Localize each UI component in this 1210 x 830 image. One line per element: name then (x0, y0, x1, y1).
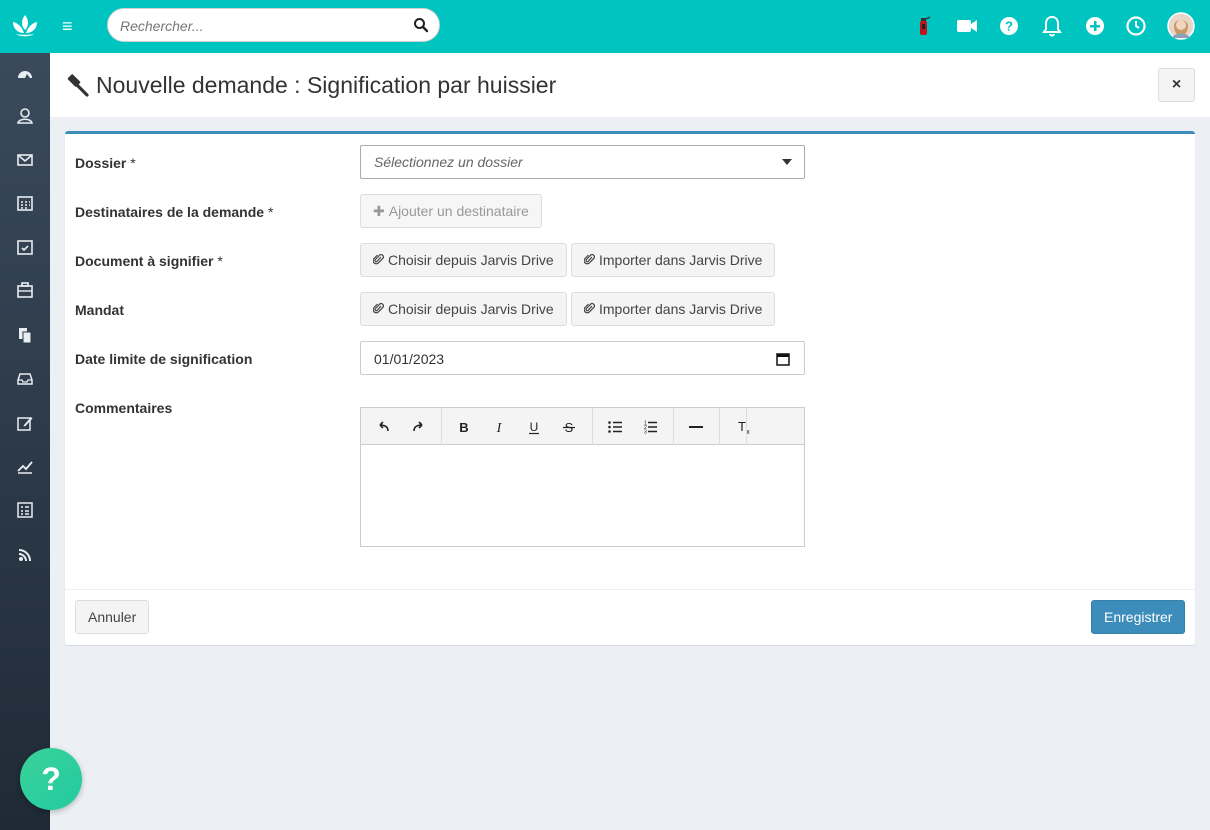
bold-icon[interactable]: B (454, 417, 474, 437)
cancel-button[interactable]: Annuler (75, 600, 150, 634)
italic-icon[interactable]: I (489, 417, 509, 437)
undo-icon[interactable] (374, 417, 394, 437)
menu-toggle-icon[interactable]: ≡ (62, 16, 80, 36)
search-input[interactable] (120, 16, 410, 36)
video-camera-icon[interactable] (955, 14, 979, 38)
document-import-drive-button[interactable]: Importer dans Jarvis Drive (571, 243, 776, 277)
rss-icon[interactable] (15, 545, 35, 565)
svg-text:T: T (738, 419, 746, 434)
form-card: Dossier * Sélectionnez un dossier Destin… (65, 131, 1195, 645)
dossier-placeholder: Sélectionnez un dossier (374, 154, 523, 170)
dashboard-icon[interactable] (15, 64, 35, 84)
user-avatar[interactable] (1167, 12, 1195, 40)
briefcase-icon[interactable] (15, 280, 35, 300)
horizontal-rule-icon[interactable] (686, 417, 706, 437)
sidebar (0, 53, 50, 830)
toolbar-divider (673, 408, 674, 445)
destinataires-label: Destinataires de la demande * (75, 204, 274, 220)
numbered-list-icon[interactable]: 1 2 3 (640, 417, 660, 437)
clock-icon[interactable] (1124, 14, 1148, 38)
toolbar-divider (592, 408, 593, 445)
underline-icon[interactable]: U (524, 417, 544, 437)
svg-text:B: B (459, 420, 468, 435)
document-label: Document à signifier * (75, 253, 223, 269)
plus-icon: ✚ (373, 203, 385, 219)
chevron-down-icon (782, 159, 792, 165)
dossier-select[interactable]: Sélectionnez un dossier (360, 145, 805, 179)
contacts-icon[interactable] (15, 106, 35, 126)
top-navbar: ≡ ? (0, 0, 1210, 53)
gavel-icon (67, 74, 89, 97)
list-form-icon[interactable] (15, 500, 35, 520)
svg-text:?: ? (1005, 19, 1013, 34)
calendar-icon[interactable] (776, 352, 790, 366)
edit-icon[interactable] (15, 413, 35, 433)
clear-formatting-icon[interactable]: T x (734, 417, 754, 437)
mandat-import-drive-button[interactable]: Importer dans Jarvis Drive (571, 292, 776, 326)
help-icon[interactable]: ? (997, 14, 1021, 38)
fire-extinguisher-icon[interactable] (912, 14, 936, 38)
paperclip-icon (583, 293, 595, 325)
bell-icon[interactable] (1040, 14, 1064, 38)
dossier-label: Dossier * (75, 155, 136, 171)
toolbar-divider (441, 408, 442, 445)
documents-icon[interactable] (15, 325, 35, 345)
page-title: Nouvelle demande : Signification par hui… (96, 72, 557, 98)
toolbar-divider (746, 408, 747, 445)
comment-editor: B I U S 1 2 3 T x (360, 407, 805, 547)
mandat-choose-drive-button[interactable]: Choisir depuis Jarvis Drive (360, 292, 567, 326)
commentaires-label: Commentaires (75, 400, 173, 416)
svg-text:U: U (530, 420, 539, 434)
calendar-check-icon[interactable] (15, 237, 35, 257)
page-header: Nouvelle demande : Signification par hui… (50, 53, 1210, 117)
comment-textarea[interactable] (361, 446, 804, 546)
svg-text:3: 3 (644, 430, 647, 436)
strikethrough-icon[interactable]: S (559, 417, 579, 437)
date-value: 01/01/2023 (374, 351, 445, 367)
toolbar-divider (719, 408, 720, 445)
close-button[interactable]: × (1158, 68, 1195, 102)
search-box (107, 8, 440, 42)
add-recipient-button[interactable]: ✚ Ajouter un destinataire (360, 194, 542, 228)
svg-text:I: I (496, 421, 503, 436)
search-icon[interactable] (413, 17, 429, 33)
paperclip-icon (372, 244, 384, 276)
plus-circle-icon[interactable] (1083, 14, 1107, 38)
date-limite-input[interactable]: 01/01/2023 (360, 341, 805, 375)
chart-icon[interactable] (15, 457, 35, 477)
mandat-label: Mandat (75, 302, 124, 318)
card-footer-divider (65, 589, 1195, 590)
help-fab-button[interactable]: ? (20, 748, 82, 810)
date-limite-label: Date limite de signification (75, 351, 253, 367)
paperclip-icon (372, 293, 384, 325)
editor-toolbar: B I U S 1 2 3 T x (361, 408, 804, 445)
mail-icon[interactable] (15, 150, 35, 170)
bullet-list-icon[interactable] (605, 417, 625, 437)
app-logo[interactable] (10, 12, 40, 40)
paperclip-icon (583, 244, 595, 276)
document-choose-drive-button[interactable]: Choisir depuis Jarvis Drive (360, 243, 567, 277)
save-button[interactable]: Enregistrer (1091, 600, 1186, 634)
redo-icon[interactable] (408, 417, 428, 437)
inbox-icon[interactable] (15, 368, 35, 388)
calendar-icon[interactable] (15, 193, 35, 213)
